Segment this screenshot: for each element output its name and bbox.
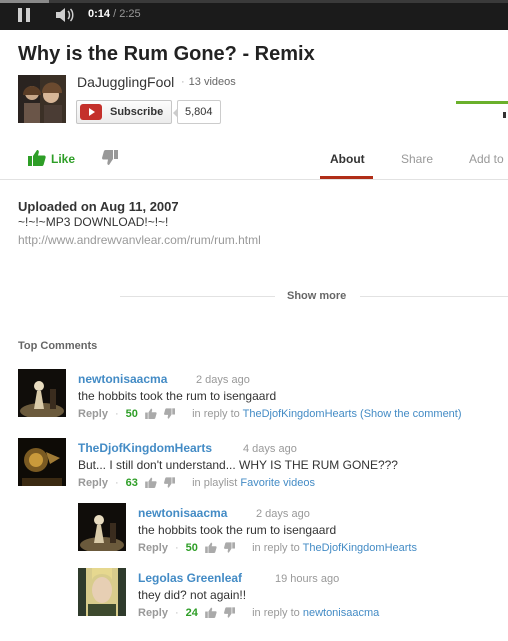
- reply-button[interactable]: Reply: [78, 477, 108, 489]
- comment-meta: Reply · 50 in reply to TheDjofKingdomHeart…: [78, 408, 462, 420]
- video-player-controls: 0:14 / 2:25: [0, 0, 508, 30]
- comment-author[interactable]: TheDjofKingdomHearts: [78, 441, 212, 455]
- thumbs-down-icon: [102, 150, 118, 165]
- tab-add-to[interactable]: Add to: [469, 152, 504, 166]
- comment-author[interactable]: newtonisaacma: [138, 506, 227, 520]
- pause-icon[interactable]: [17, 8, 31, 22]
- divider: [0, 179, 508, 180]
- comment-context: in playlist Favorite videos: [192, 477, 315, 489]
- comment-text: But... I still don't understand... WHY I…: [78, 458, 398, 472]
- comment-item: TheDjofKingdomHearts 4 days ago But... I…: [18, 438, 508, 492]
- divider: [360, 296, 508, 297]
- views-bar-tick: [503, 112, 506, 118]
- video-count-text: 13 videos: [188, 76, 236, 88]
- volume-icon[interactable]: [55, 8, 75, 22]
- comment-text: the hobbits took the rum to isengaard: [78, 389, 277, 403]
- context-prefix: in playlist: [192, 477, 241, 489]
- video-count: · 13 videos: [181, 76, 236, 88]
- comment-text: they did? not again!!: [138, 588, 247, 602]
- comment-time: 4 days ago: [243, 443, 297, 455]
- like-label: Like: [51, 152, 76, 166]
- comment-time: 19 hours ago: [275, 573, 340, 585]
- video-title: Why is the Rum Gone? - Remix: [18, 43, 315, 65]
- comment-score: 63: [125, 477, 138, 489]
- commenter-avatar[interactable]: [18, 438, 66, 486]
- thumbs-up-icon[interactable]: [205, 542, 217, 553]
- comment-score: 50: [185, 542, 198, 554]
- dislike-button[interactable]: [102, 150, 118, 170]
- commenter-avatar[interactable]: [18, 369, 66, 417]
- description-text: ~!~!~MP3 DOWNLOAD!~!~!: [18, 215, 169, 229]
- context-prefix: in reply to: [192, 408, 243, 420]
- progress-track[interactable]: [0, 0, 508, 3]
- comment-context: in reply to TheDjofKingdomHearts (Show t…: [192, 408, 461, 420]
- duration: 2:25: [119, 8, 141, 20]
- tab-share[interactable]: Share: [401, 152, 433, 166]
- progress-fill: [0, 0, 50, 3]
- show-comment-link[interactable]: (Show the comment): [357, 408, 462, 420]
- time-display: 0:14 / 2:25: [88, 8, 141, 20]
- divider: [120, 296, 275, 297]
- comment-text: the hobbits took the rum to isengaard: [138, 523, 337, 537]
- comment-time: 2 days ago: [196, 374, 250, 386]
- thumbs-up-icon[interactable]: [145, 477, 157, 488]
- context-prefix: in reply to: [252, 542, 303, 554]
- comment-item: newtonisaacma 2 days ago the hobbits too…: [18, 369, 508, 423]
- thumbs-up-icon: [28, 150, 46, 166]
- thumbs-down-icon[interactable]: [164, 408, 176, 419]
- thumbs-down-icon[interactable]: [224, 542, 236, 553]
- comments-heading: Top Comments: [18, 340, 98, 352]
- context-link[interactable]: newtonisaacma: [303, 607, 379, 619]
- thumbs-up-icon[interactable]: [145, 408, 157, 419]
- reply-button[interactable]: Reply: [138, 607, 168, 619]
- tab-about[interactable]: About: [330, 152, 365, 166]
- comment-meta: Reply · 63 in playlist Favorite videos: [78, 477, 315, 489]
- comment-score: 24: [185, 607, 198, 619]
- current-time: 0:14: [88, 8, 111, 20]
- comment-reply-item: Legolas Greenleaf 19 hours ago they did?…: [78, 568, 508, 622]
- thumbs-down-icon[interactable]: [164, 477, 176, 488]
- comment-meta: Reply · 24 in reply to newtonisaacma: [138, 607, 380, 619]
- context-link[interactable]: TheDjofKingdomHearts: [303, 542, 417, 554]
- comment-author[interactable]: newtonisaacma: [78, 372, 167, 386]
- comment-time: 2 days ago: [256, 508, 310, 520]
- comment-context: in reply to newtonisaacma: [252, 607, 379, 619]
- comment-meta: Reply · 50 in reply to TheDjofKingdomHeart…: [138, 542, 417, 554]
- context-link[interactable]: Favorite videos: [240, 477, 315, 489]
- subscribe-button[interactable]: Subscribe: [76, 100, 172, 124]
- channel-avatar[interactable]: [18, 75, 66, 123]
- reply-button[interactable]: Reply: [138, 542, 168, 554]
- time-separator: /: [110, 8, 120, 20]
- channel-name[interactable]: DaJugglingFool: [77, 74, 174, 90]
- description-link[interactable]: http://www.andrewvanvlear.com/rum/rum.ht…: [18, 233, 261, 247]
- thumbs-up-icon[interactable]: [205, 607, 217, 618]
- reply-button[interactable]: Reply: [78, 408, 108, 420]
- commenter-avatar[interactable]: [78, 503, 126, 551]
- comment-score: 50: [125, 408, 138, 420]
- context-link[interactable]: TheDjofKingdomHearts: [243, 408, 357, 420]
- comment-reply-item: newtonisaacma 2 days ago the hobbits too…: [78, 503, 508, 557]
- like-ratio-bar: [456, 101, 508, 104]
- subscriber-count: 5,804: [173, 100, 221, 124]
- thumbs-down-icon[interactable]: [224, 607, 236, 618]
- commenter-avatar[interactable]: [78, 568, 126, 616]
- subscribe-label: Subscribe: [110, 106, 164, 118]
- upload-date: Uploaded on Aug 11, 2007: [18, 199, 179, 214]
- show-more-button[interactable]: Show more: [287, 290, 346, 302]
- context-prefix: in reply to: [252, 607, 303, 619]
- comment-author[interactable]: Legolas Greenleaf: [138, 571, 242, 585]
- comment-context: in reply to TheDjofKingdomHearts: [252, 542, 417, 554]
- youtube-logo-icon: [80, 104, 102, 120]
